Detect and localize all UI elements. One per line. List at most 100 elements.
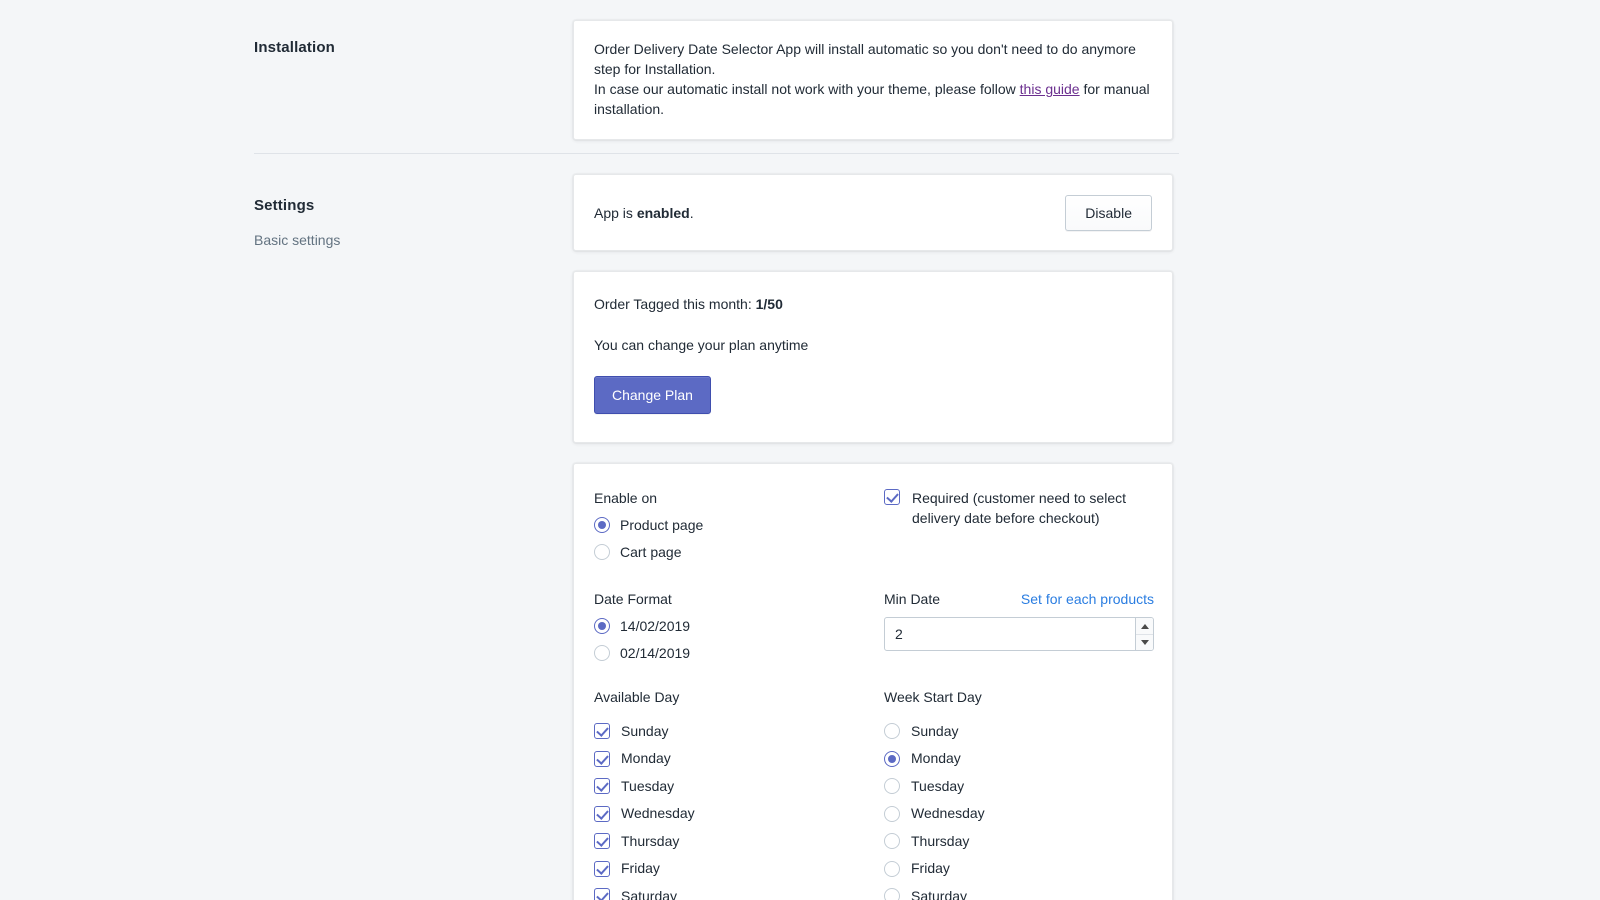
week-start-day-label: Week Start Day: [884, 687, 1152, 707]
week-start-day-sunday[interactable]: Sunday: [884, 717, 1152, 745]
available-day-label-item: Tuesday: [621, 777, 674, 795]
settings-title: Settings: [254, 196, 554, 216]
date-format-option-label: 02/14/2019: [620, 644, 690, 662]
available-day-monday[interactable]: Monday: [594, 745, 884, 773]
available-day-tuesday[interactable]: Tuesday: [594, 772, 884, 800]
enable-on-option-label: Cart page: [620, 543, 681, 561]
week-start-day-label-item: Tuesday: [911, 777, 964, 795]
enable-on-option-cart-page[interactable]: Cart page: [594, 543, 884, 561]
required-checkbox-label: Required (customer need to select delive…: [912, 488, 1140, 528]
checkbox-icon[interactable]: [594, 888, 610, 900]
min-date-header: Min Date Set for each products: [884, 589, 1154, 609]
radio-icon[interactable]: [594, 517, 610, 533]
date-format-option-label: 14/02/2019: [620, 617, 690, 635]
installation-paragraph-2: In case our automatic install not work w…: [594, 79, 1152, 119]
enable-on-option-label: Product page: [620, 516, 703, 534]
installation-title: Installation: [254, 38, 554, 58]
manual-install-guide-link[interactable]: this guide: [1020, 81, 1080, 97]
installation-card: Order Delivery Date Selector App will in…: [573, 20, 1173, 140]
date-format-label: Date Format: [594, 589, 884, 609]
radio-icon[interactable]: [594, 544, 610, 560]
required-group: Required (customer need to select delive…: [884, 488, 1152, 561]
app-status-prefix: App is: [594, 205, 637, 221]
available-day-label-item: Friday: [621, 859, 660, 877]
week-start-day-wednesday[interactable]: Wednesday: [884, 800, 1152, 828]
radio-icon[interactable]: [884, 806, 900, 822]
checkbox-icon[interactable]: [594, 778, 610, 794]
min-date-spinner[interactable]: [1135, 618, 1153, 650]
section-divider: [254, 153, 1179, 154]
date-format-option-ddmmyyyy[interactable]: 14/02/2019: [594, 617, 884, 635]
app-status-card: App is enabled. Disable: [573, 174, 1173, 251]
radio-icon[interactable]: [594, 645, 610, 661]
checkbox-icon[interactable]: [884, 489, 900, 505]
available-day-label-item: Saturday: [621, 887, 677, 900]
date-format-group: Date Format 14/02/2019 02/14/2019: [594, 589, 884, 662]
dateformat-mindate-row: Date Format 14/02/2019 02/14/2019 Min D: [594, 589, 1152, 662]
available-day-saturday[interactable]: Saturday: [594, 882, 884, 900]
enable-on-label: Enable on: [594, 488, 884, 508]
radio-icon[interactable]: [884, 778, 900, 794]
app-status-text: App is enabled.: [594, 203, 694, 223]
plan-usage-value: 1/50: [756, 296, 783, 312]
week-start-day-label-item: Sunday: [911, 722, 958, 740]
available-day-group: Available Day Sunday Monday Tuesday: [594, 687, 884, 900]
enable-required-row: Enable on Product page Cart page: [594, 488, 1152, 561]
min-date-input[interactable]: [885, 618, 1135, 650]
basic-settings-form-card: Enable on Product page Cart page: [573, 463, 1173, 900]
available-day-label-item: Wednesday: [621, 804, 695, 822]
radio-icon[interactable]: [884, 723, 900, 739]
available-day-label-item: Sunday: [621, 722, 668, 740]
week-start-day-group: Week Start Day Sunday Monday Tuesday: [884, 687, 1152, 900]
arrow-up-icon[interactable]: [1136, 618, 1153, 634]
settings-body: App is enabled. Disable Order Tagged thi…: [573, 174, 1173, 900]
change-plan-button[interactable]: Change Plan: [594, 376, 711, 414]
min-date-input-wrapper[interactable]: [884, 617, 1154, 651]
installation-paragraph-2-before: In case our automatic install not work w…: [594, 81, 1020, 97]
settings-aside: Settings Basic settings: [254, 196, 554, 250]
set-for-each-products-link[interactable]: Set for each products: [1021, 589, 1154, 609]
available-day-label: Available Day: [594, 687, 884, 707]
required-checkbox-row[interactable]: Required (customer need to select delive…: [884, 488, 1152, 528]
week-start-day-friday[interactable]: Friday: [884, 855, 1152, 883]
checkbox-icon[interactable]: [594, 861, 610, 877]
enable-on-option-product-page[interactable]: Product page: [594, 516, 884, 534]
available-day-label-item: Thursday: [621, 832, 679, 850]
radio-icon[interactable]: [884, 888, 900, 900]
days-row: Available Day Sunday Monday Tuesday: [594, 687, 1152, 900]
plan-usage-row: Order Tagged this month: 1/50: [594, 294, 1152, 314]
plan-usage-label: Order Tagged this month:: [594, 296, 756, 312]
week-start-day-monday[interactable]: Monday: [884, 745, 1152, 773]
radio-icon[interactable]: [884, 861, 900, 877]
week-start-day-label-item: Wednesday: [911, 804, 985, 822]
checkbox-icon[interactable]: [594, 806, 610, 822]
week-start-day-label-item: Friday: [911, 859, 950, 877]
installation-body: Order Delivery Date Selector App will in…: [573, 20, 1173, 140]
radio-icon[interactable]: [594, 618, 610, 634]
app-status-state: enabled: [637, 205, 690, 221]
enable-on-group: Enable on Product page Cart page: [594, 488, 884, 561]
available-day-thursday[interactable]: Thursday: [594, 827, 884, 855]
plan-card: Order Tagged this month: 1/50 You can ch…: [573, 271, 1173, 443]
radio-icon[interactable]: [884, 751, 900, 767]
radio-icon[interactable]: [884, 833, 900, 849]
installation-aside: Installation: [254, 38, 554, 58]
app-status-suffix: .: [690, 205, 694, 221]
checkbox-icon[interactable]: [594, 833, 610, 849]
min-date-group: Min Date Set for each products: [884, 589, 1154, 662]
week-start-day-saturday[interactable]: Saturday: [884, 882, 1152, 900]
checkbox-icon[interactable]: [594, 723, 610, 739]
date-format-option-mmddyyyy[interactable]: 02/14/2019: [594, 644, 884, 662]
arrow-down-icon[interactable]: [1136, 634, 1153, 650]
available-day-sunday[interactable]: Sunday: [594, 717, 884, 745]
week-start-day-label-item: Thursday: [911, 832, 969, 850]
available-day-wednesday[interactable]: Wednesday: [594, 800, 884, 828]
disable-app-button[interactable]: Disable: [1065, 195, 1152, 231]
week-start-day-tuesday[interactable]: Tuesday: [884, 772, 1152, 800]
week-start-day-label-item: Saturday: [911, 887, 967, 900]
plan-note: You can change your plan anytime: [594, 335, 1152, 355]
checkbox-icon[interactable]: [594, 751, 610, 767]
available-day-friday[interactable]: Friday: [594, 855, 884, 883]
week-start-day-thursday[interactable]: Thursday: [884, 827, 1152, 855]
settings-subtitle: Basic settings: [254, 230, 554, 250]
